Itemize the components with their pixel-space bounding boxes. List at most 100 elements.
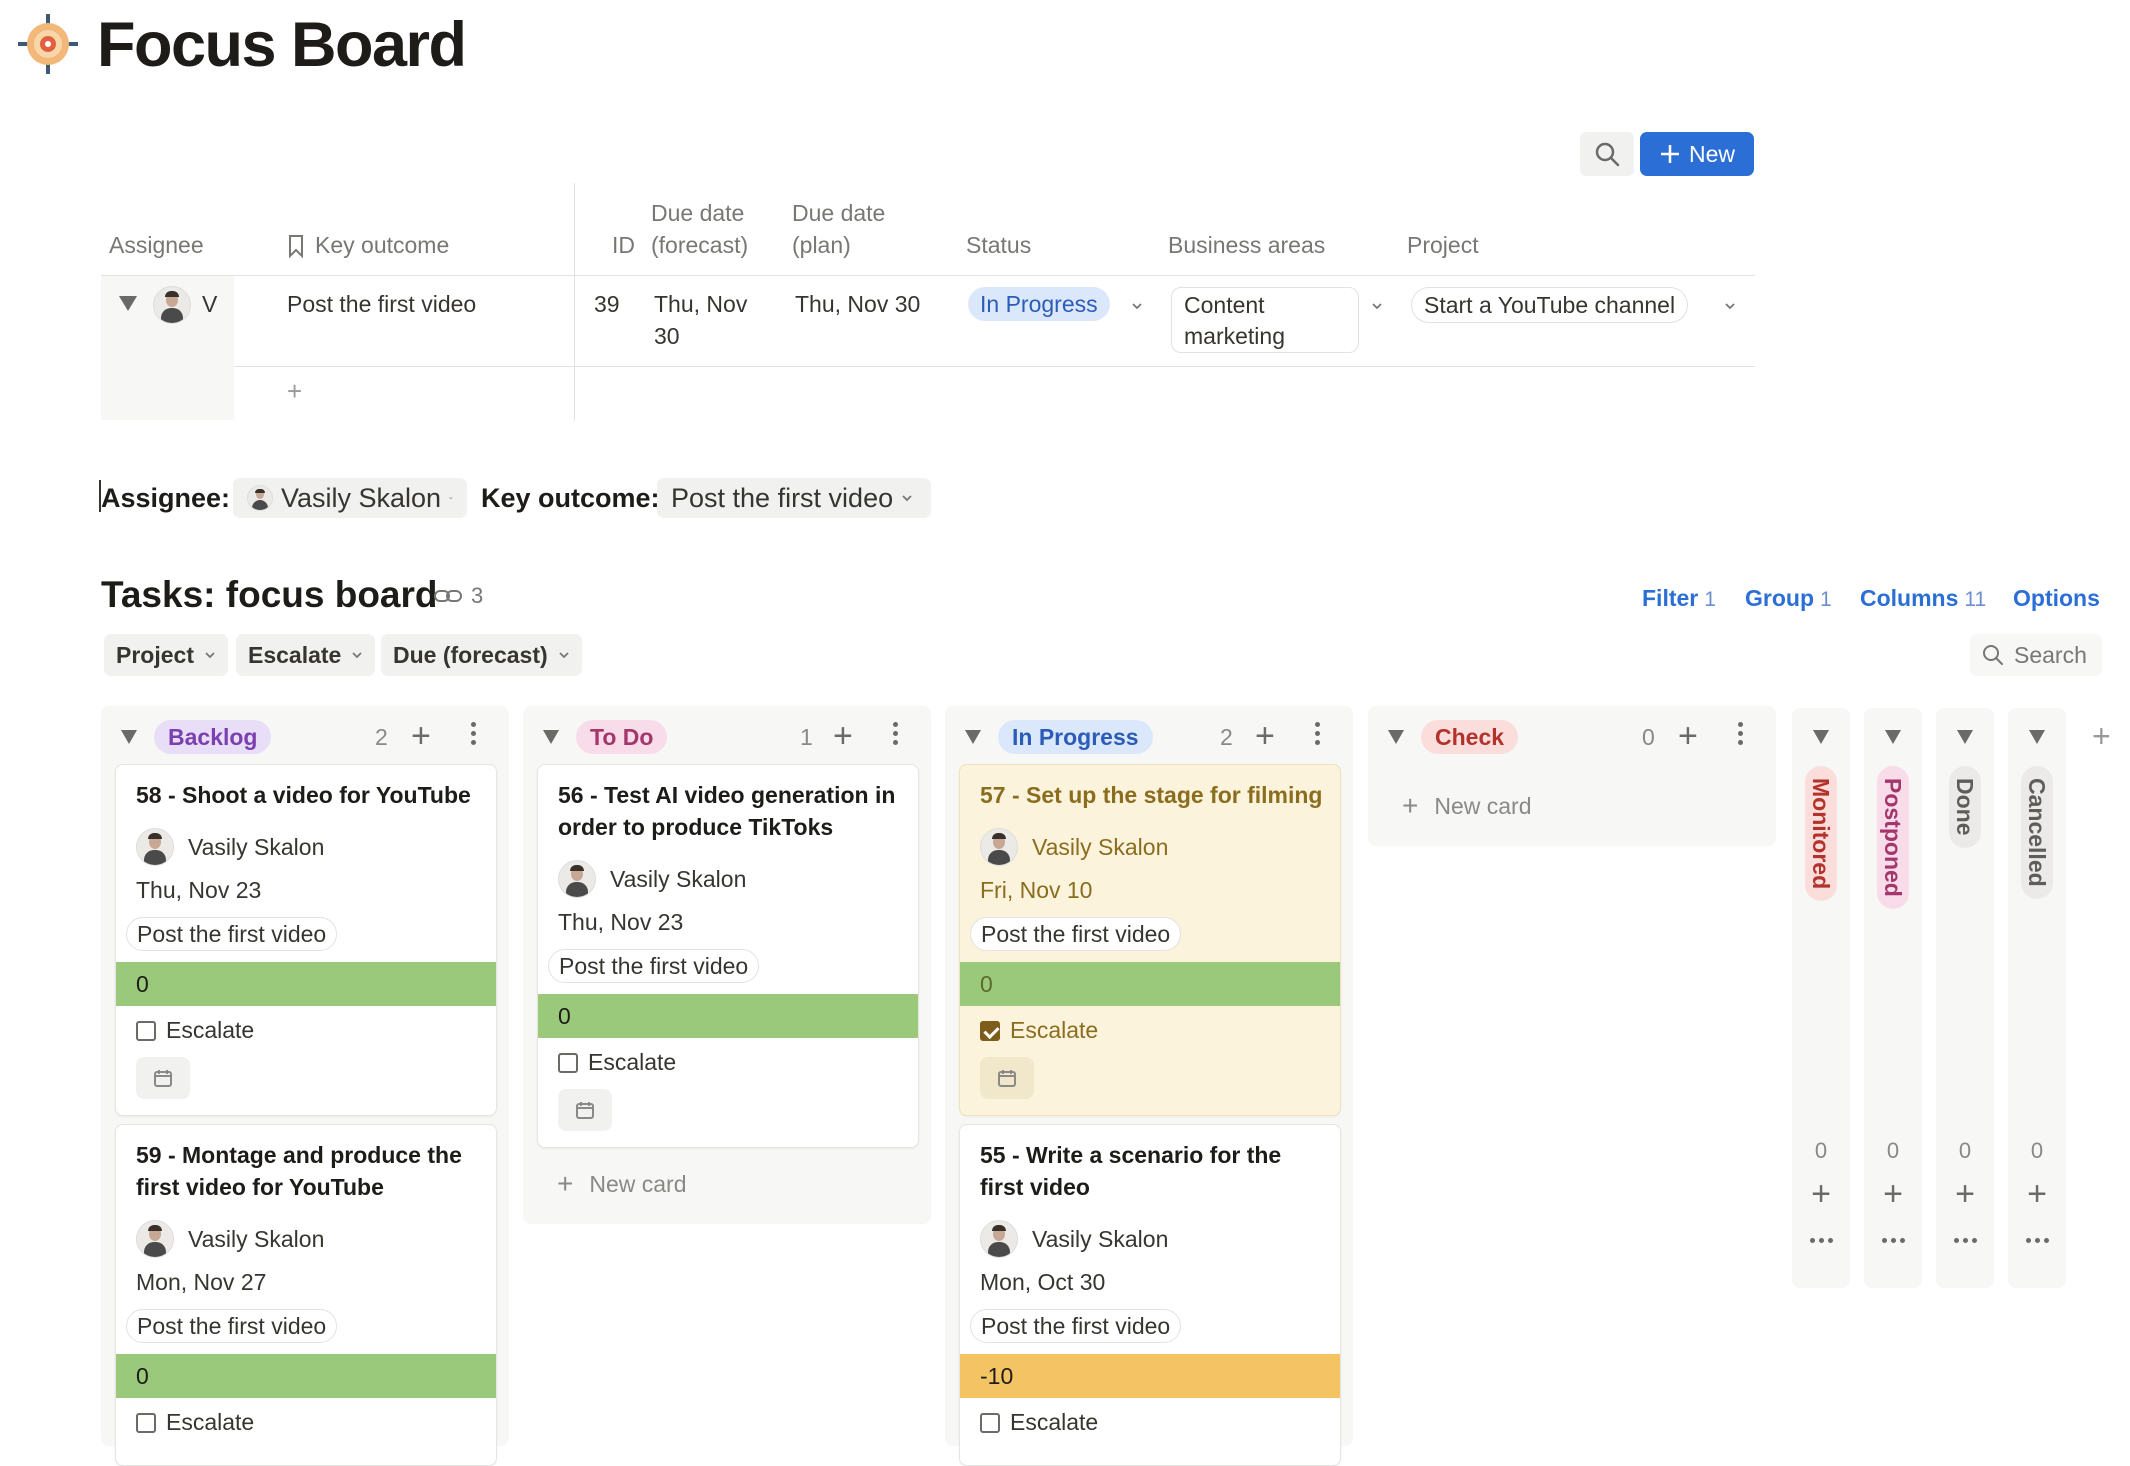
header-business-areas[interactable]: Business areas [1168,230,1325,261]
cell-project[interactable]: Start a YouTube channel [1411,287,1689,323]
cell-due-forecast-line1[interactable]: Thu, Nov [654,289,747,320]
new-button[interactable]: New [1640,132,1754,176]
card-assignee[interactable]: Vasily Skalon [980,827,1168,867]
cell-business-areas[interactable]: Content marketing [1171,287,1359,353]
filter-option[interactable]: Filter 1 [1642,585,1716,612]
chevron-down-icon[interactable] [1371,300,1383,312]
more-icon[interactable] [893,722,899,749]
new-card-button[interactable]: + New card [557,1168,687,1200]
add-column-icon[interactable]: + [2092,716,2111,756]
key-outcome-filter-select[interactable]: Post the first video [657,478,931,518]
task-card[interactable]: 59 - Montage and produce the first video… [115,1124,497,1466]
columns-option[interactable]: Columns 11 [1860,585,1986,612]
status-badge: In Progress [968,287,1110,321]
task-card[interactable]: 58 - Shoot a video for YouTube Vasily Sk… [115,764,497,1116]
column-cancelled-collapsed[interactable]: Cancelled 0 + [2008,708,2066,1288]
column-postponed-collapsed[interactable]: Postponed 0 + [1864,708,1922,1288]
add-card-icon[interactable]: + [1678,716,1698,756]
assignee-filter-select[interactable]: Vasily Skalon [233,478,467,518]
calendar-button[interactable] [980,1057,1034,1099]
collapse-toggle-icon[interactable] [965,730,981,744]
chevron-down-icon[interactable] [1131,300,1143,312]
linked-count[interactable]: 3 [433,583,483,609]
cell-status[interactable]: In Progress [968,287,1110,321]
header-project[interactable]: Project [1407,230,1479,261]
collapse-toggle-icon[interactable] [121,730,137,744]
expand-toggle-icon[interactable] [2029,730,2045,744]
card-assignee[interactable]: Vasily Skalon [136,827,324,867]
add-card-icon[interactable]: + [833,716,853,756]
checkbox-checked[interactable] [980,1020,1000,1041]
group-option[interactable]: Group 1 [1745,585,1832,612]
card-escalate[interactable]: Escalate [136,1017,254,1044]
task-card[interactable]: 55 - Write a scenario for the first vide… [959,1124,1341,1466]
header-id[interactable]: ID [612,230,635,261]
task-card[interactable]: 57 - Set up the stage for filming Vasily… [959,764,1341,1116]
group-chip-project[interactable]: Project [104,634,228,676]
add-card-icon[interactable]: + [411,716,431,756]
column-done-collapsed[interactable]: Done 0 + [1936,708,1994,1288]
checkbox[interactable] [558,1052,578,1073]
more-icon[interactable] [1738,722,1744,749]
search-icon [1983,645,2003,665]
card-key-outcome[interactable]: Post the first video [970,917,1182,951]
collapse-toggle-icon[interactable] [543,730,559,744]
more-icon[interactable] [471,722,477,749]
card-assignee[interactable]: Vasily Skalon [558,859,746,899]
cell-id[interactable]: 39 [594,289,620,320]
new-card-button[interactable]: + New card [1402,790,1532,822]
card-escalate[interactable]: Escalate [980,1409,1098,1436]
card-escalate[interactable]: Escalate [136,1409,254,1436]
more-icon[interactable] [1792,1230,1850,1248]
header-key-outcome[interactable]: Key outcome [315,230,449,261]
checkbox[interactable] [980,1412,1000,1433]
header-due-forecast-line2[interactable]: (forecast) [651,230,748,261]
group-toggle-icon[interactable] [119,296,137,311]
options-option[interactable]: Options [2013,585,2100,612]
card-escalate[interactable]: Escalate [558,1049,676,1076]
search-button[interactable] [1580,132,1634,176]
more-icon[interactable] [1936,1230,1994,1248]
header-status[interactable]: Status [966,230,1031,261]
add-card-icon[interactable]: + [2008,1174,2066,1214]
card-title: 56 - Test AI video generation in order t… [558,782,896,840]
header-assignee[interactable]: Assignee [109,230,204,261]
header-due-plan-line1[interactable]: Due date [792,198,885,229]
group-chip-escalate[interactable]: Escalate [236,634,376,676]
collapse-toggle-icon[interactable] [1388,730,1404,744]
column-monitored-collapsed[interactable]: Monitored 0 + [1792,708,1850,1288]
card-assignee[interactable]: Vasily Skalon [980,1219,1168,1259]
group-chip-due-forecast[interactable]: Due (forecast) [381,634,582,676]
checkbox[interactable] [136,1412,156,1433]
expand-toggle-icon[interactable] [1957,730,1973,744]
card-assignee[interactable]: Vasily Skalon [136,1219,324,1259]
cell-due-forecast-line2[interactable]: 30 [654,321,680,352]
row-divider [234,366,1755,367]
card-key-outcome[interactable]: Post the first video [970,1309,1182,1343]
add-card-icon[interactable]: + [1255,716,1275,756]
board-search[interactable]: Search [1970,634,2102,676]
status-badge: Check [1421,720,1519,754]
expand-toggle-icon[interactable] [1813,730,1829,744]
add-card-icon[interactable]: + [1936,1174,1994,1214]
checkbox[interactable] [136,1020,156,1041]
chevron-down-icon[interactable] [1724,300,1736,312]
add-card-icon[interactable]: + [1864,1174,1922,1214]
cell-due-plan[interactable]: Thu, Nov 30 [795,289,920,320]
cell-key-outcome[interactable]: Post the first video [287,289,476,320]
add-row-button[interactable]: + [287,376,302,407]
card-key-outcome[interactable]: Post the first video [126,917,338,951]
more-icon[interactable] [1864,1230,1922,1248]
add-card-icon[interactable]: + [1792,1174,1850,1214]
header-due-plan-line2[interactable]: (plan) [792,230,851,261]
expand-toggle-icon[interactable] [1885,730,1901,744]
card-escalate[interactable]: Escalate [980,1017,1098,1044]
more-icon[interactable] [1315,722,1321,749]
header-due-forecast-line1[interactable]: Due date [651,198,744,229]
card-key-outcome[interactable]: Post the first video [548,949,760,983]
calendar-button[interactable] [558,1089,612,1131]
more-icon[interactable] [2008,1230,2066,1248]
calendar-button[interactable] [136,1057,190,1099]
card-key-outcome[interactable]: Post the first video [126,1309,338,1343]
task-card[interactable]: 56 - Test AI video generation in order t… [537,764,919,1148]
